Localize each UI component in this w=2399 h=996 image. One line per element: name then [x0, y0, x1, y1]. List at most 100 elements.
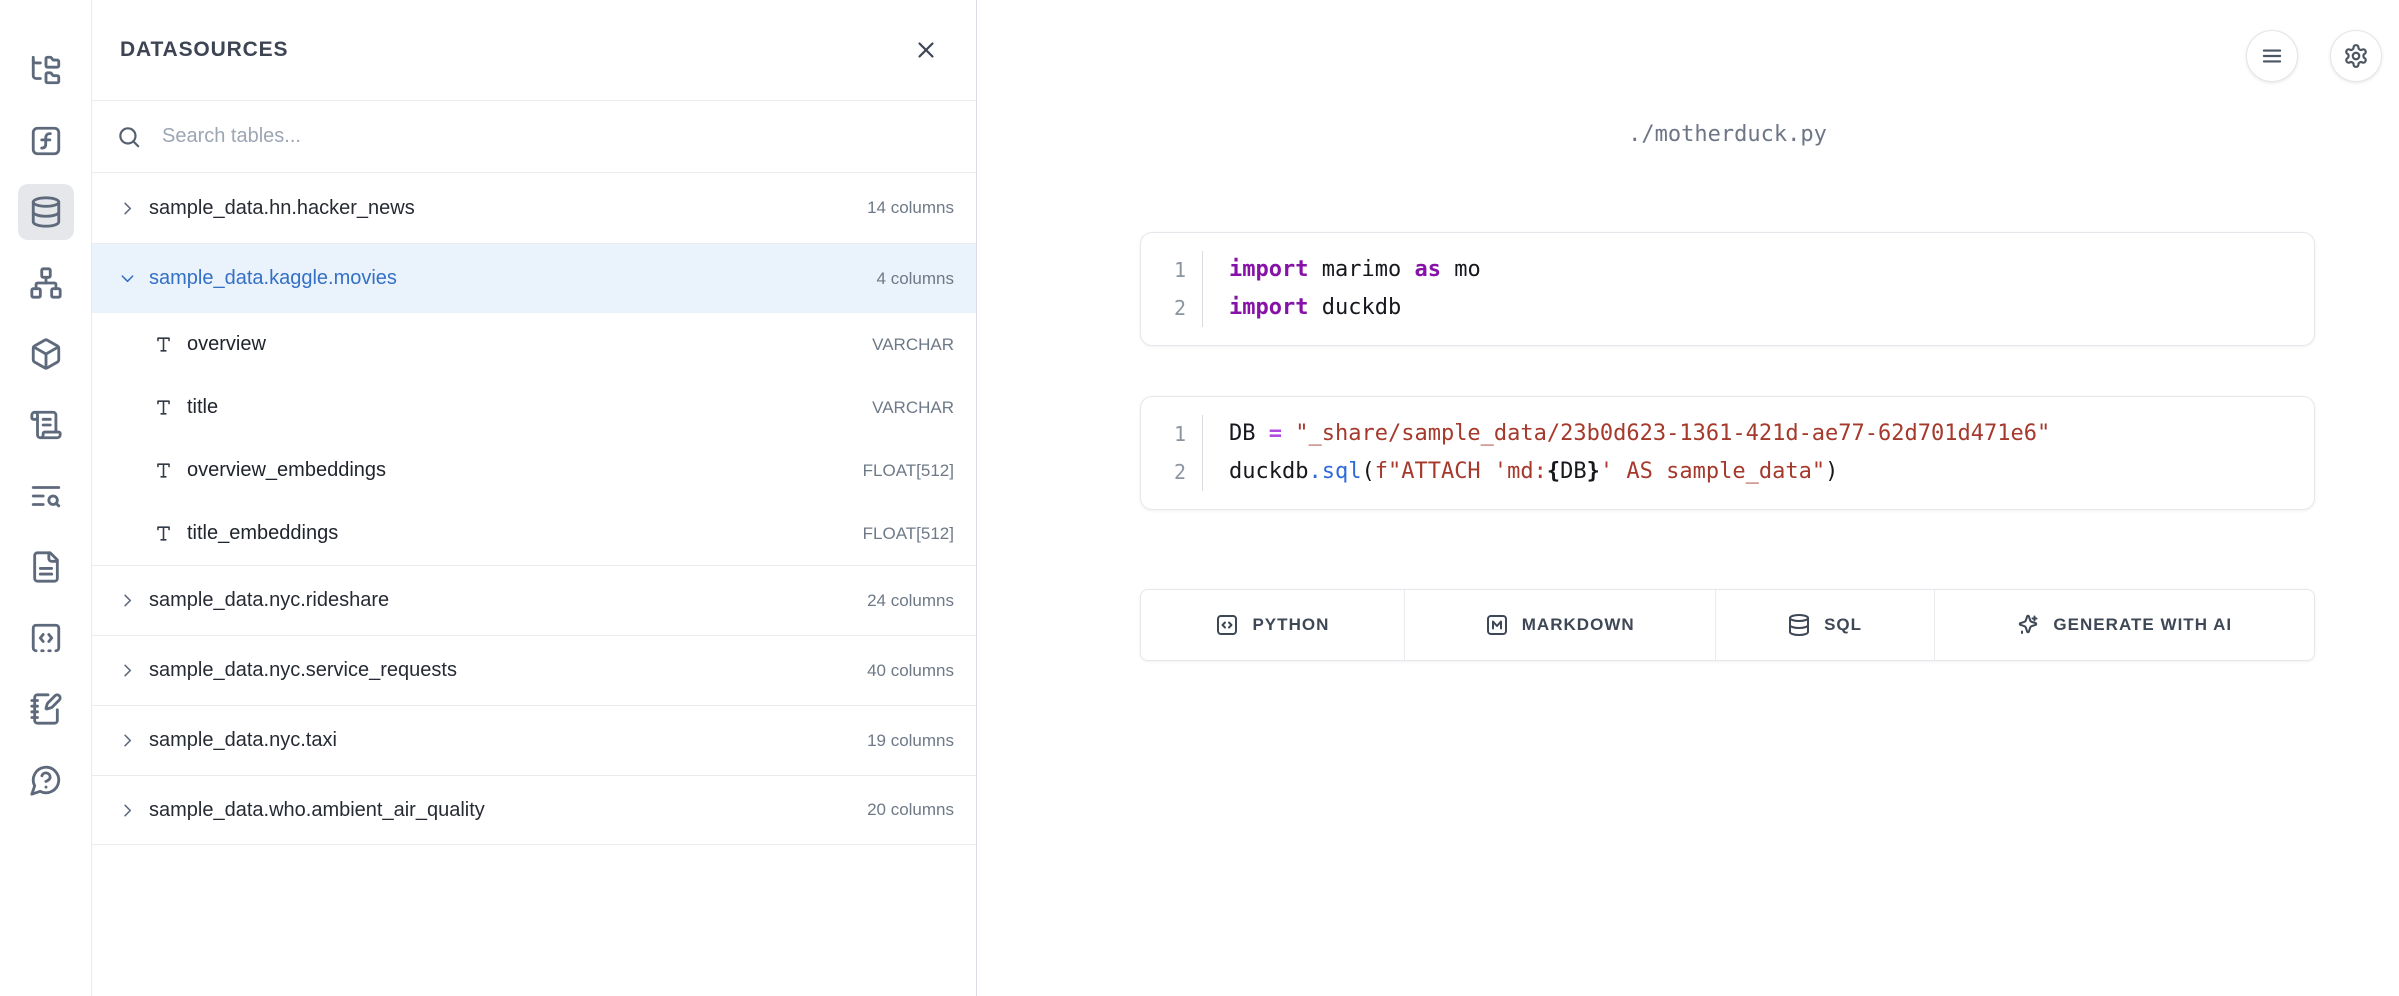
- scroll-text-icon: [29, 408, 63, 442]
- database-icon: [29, 195, 63, 229]
- table-column-count: 40 columns: [867, 661, 954, 681]
- column-name: title: [187, 396, 218, 419]
- chevron-right-icon[interactable]: [118, 199, 137, 218]
- button-label: MARKDOWN: [1522, 615, 1635, 635]
- topbar: [2246, 30, 2382, 82]
- rail-item-help[interactable]: [18, 752, 74, 808]
- type-icon: [154, 398, 173, 417]
- table-name: sample_data.who.ambient_air_quality: [149, 799, 485, 822]
- help-chat-icon: [29, 763, 63, 797]
- type-icon: [154, 524, 173, 543]
- rail-item-documentation[interactable]: [18, 539, 74, 595]
- rail-item-functions[interactable]: [18, 113, 74, 169]
- code-line: 1 DB = "_share/sample_data/23b0d623-1361…: [1141, 415, 2314, 453]
- table-row[interactable]: sample_data.nyc.rideshare 24 columns: [92, 565, 976, 635]
- column-type: FLOAT[512]: [863, 461, 954, 481]
- code-cell-2[interactable]: 1 DB = "_share/sample_data/23b0d623-1361…: [1140, 396, 2315, 510]
- rail-item-logs[interactable]: [18, 397, 74, 453]
- panel-title: DATASOURCES: [120, 38, 288, 62]
- code-cell-1[interactable]: 1 import marimo as mo 2 import duckdb: [1140, 232, 2315, 346]
- rail-item-packages[interactable]: [18, 326, 74, 382]
- line-number: 1: [1141, 251, 1203, 289]
- sparkles-icon: [2016, 613, 2040, 637]
- rail-item-scratchpad[interactable]: [18, 681, 74, 737]
- table-column-count: 14 columns: [867, 198, 954, 218]
- database-icon: [1787, 613, 1811, 637]
- line-number: 1: [1141, 415, 1203, 453]
- column-row[interactable]: overview_embeddings FLOAT[512]: [92, 439, 976, 502]
- column-row[interactable]: overview VARCHAR: [92, 313, 976, 376]
- rail-item-file-explorer[interactable]: [18, 42, 74, 98]
- code-text[interactable]: DB = "_share/sample_data/23b0d623-1361-4…: [1203, 415, 2050, 453]
- table-column-count: 20 columns: [867, 800, 954, 820]
- markdown-square-icon: [1485, 613, 1509, 637]
- menu-icon: [2259, 43, 2285, 69]
- rail-item-snippets[interactable]: [18, 610, 74, 666]
- folder-tree-icon: [29, 53, 63, 87]
- text-search-icon: [29, 479, 63, 513]
- settings-icon: [2343, 43, 2369, 69]
- add-cell-bar: PYTHON MARKDOWN SQL GENERATE WITH AI: [1140, 589, 2315, 661]
- column-type: FLOAT[512]: [863, 524, 954, 544]
- code-square-dashed-icon: [29, 621, 63, 655]
- button-label: SQL: [1824, 615, 1862, 635]
- code-line: 2 duckdb.sql(f"ATTACH 'md:{DB}' AS sampl…: [1141, 453, 2314, 491]
- add-sql-button[interactable]: SQL: [1716, 590, 1935, 660]
- rail-item-datasources[interactable]: [18, 184, 74, 240]
- notebook-pen-icon: [29, 692, 63, 726]
- add-generate-ai-button[interactable]: GENERATE WITH AI: [1935, 590, 2314, 660]
- chevron-right-icon[interactable]: [118, 591, 137, 610]
- chevron-right-icon[interactable]: [118, 661, 137, 680]
- column-name: title_embeddings: [187, 522, 338, 545]
- rail-item-tracebacks[interactable]: [18, 468, 74, 524]
- notebook-area: ./motherduck.py 1 import marimo as mo 2 …: [977, 0, 2399, 996]
- code-text[interactable]: duckdb.sql(f"ATTACH 'md:{DB}' AS sample_…: [1203, 453, 1838, 491]
- rail-item-dependencies[interactable]: [18, 255, 74, 311]
- table-row[interactable]: sample_data.hn.hacker_news 14 columns: [92, 173, 976, 243]
- table-row[interactable]: sample_data.nyc.taxi 19 columns: [92, 705, 976, 775]
- table-column-count: 24 columns: [867, 591, 954, 611]
- cells: 1 import marimo as mo 2 import duckdb 1 …: [1140, 232, 2315, 560]
- file-text-icon: [29, 550, 63, 584]
- button-label: GENERATE WITH AI: [2053, 615, 2232, 635]
- table-column-count: 19 columns: [867, 731, 954, 751]
- table-name: sample_data.nyc.service_requests: [149, 659, 457, 682]
- notebook-menu-button[interactable]: [2246, 30, 2298, 82]
- code-editor[interactable]: 1 DB = "_share/sample_data/23b0d623-1361…: [1141, 415, 2314, 491]
- column-type: VARCHAR: [872, 398, 954, 418]
- panel-header: DATASOURCES: [92, 0, 976, 101]
- network-icon: [29, 266, 63, 300]
- settings-button[interactable]: [2330, 30, 2382, 82]
- type-icon: [154, 335, 173, 354]
- chevron-right-icon[interactable]: [118, 801, 137, 820]
- box-icon: [29, 337, 63, 371]
- column-name: overview: [187, 333, 266, 356]
- column-type: VARCHAR: [872, 335, 954, 355]
- icon-rail: [0, 0, 92, 996]
- search-tables-input[interactable]: [162, 125, 952, 148]
- code-line: 2 import duckdb: [1141, 289, 2314, 327]
- code-text[interactable]: import marimo as mo: [1203, 251, 1481, 289]
- table-column-count: 4 columns: [877, 269, 954, 289]
- chevron-right-icon[interactable]: [118, 731, 137, 750]
- close-panel-button[interactable]: [906, 30, 946, 70]
- table-row[interactable]: sample_data.nyc.service_requests 40 colu…: [92, 635, 976, 705]
- code-text[interactable]: import duckdb: [1203, 289, 1401, 327]
- chevron-down-icon[interactable]: [118, 269, 137, 288]
- add-python-button[interactable]: PYTHON: [1141, 590, 1405, 660]
- table-row[interactable]: sample_data.kaggle.movies 4 columns: [92, 243, 976, 313]
- add-markdown-button[interactable]: MARKDOWN: [1405, 590, 1716, 660]
- search-bar: [92, 101, 976, 173]
- type-icon: [154, 461, 173, 480]
- column-name: overview_embeddings: [187, 459, 386, 482]
- notebook-filename: ./motherduck.py: [1140, 122, 2315, 147]
- line-number: 2: [1141, 453, 1203, 491]
- column-row[interactable]: title_embeddings FLOAT[512]: [92, 502, 976, 565]
- code-editor[interactable]: 1 import marimo as mo 2 import duckdb: [1141, 251, 2314, 327]
- column-row[interactable]: title VARCHAR: [92, 376, 976, 439]
- button-label: PYTHON: [1252, 615, 1329, 635]
- line-number: 2: [1141, 289, 1203, 327]
- code-line: 1 import marimo as mo: [1141, 251, 2314, 289]
- table-name: sample_data.hn.hacker_news: [149, 197, 415, 220]
- table-row[interactable]: sample_data.who.ambient_air_quality 20 c…: [92, 775, 976, 845]
